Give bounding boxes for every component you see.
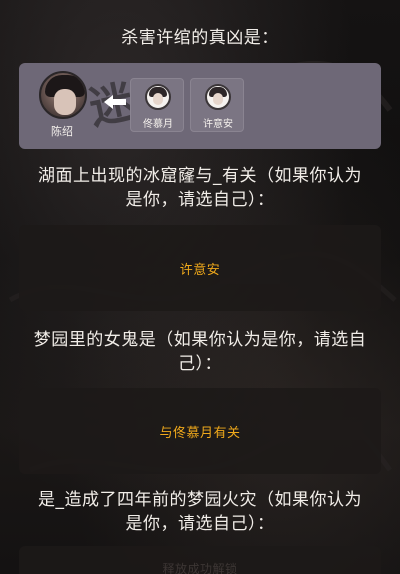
suspect-chip-label: 许意安	[203, 119, 233, 130]
answer-2-text: 许意安	[179, 262, 221, 278]
suspect-avatar	[145, 84, 171, 110]
suspect-chip-label: 佟慕月	[143, 119, 173, 130]
question-3-line-1: 梦园里的女鬼是（如果你认为是你，请选自	[33, 330, 367, 350]
selected-suspect-panel[interactable]: 迷 陈绍 佟慕月 许意安	[19, 63, 381, 149]
answer-slot-2[interactable]: 许意安	[19, 225, 381, 311]
answer-3-text: 与佟慕月有关	[159, 425, 241, 441]
screen: 杀害许绾的真凶是： 迷 陈绍 佟慕月 许意安 湖面上出现的冰窟窿与_有关（如果你…	[0, 0, 400, 574]
question-3-line-2: 己）：	[178, 354, 222, 374]
suspect-avatar	[205, 84, 231, 110]
question-4-line-2: 是你，请选自己）：	[125, 514, 275, 534]
question-4-title: 是_造成了四年前的梦园火灾（如果你认为 是你，请选自己）：	[16, 488, 384, 536]
question-1-title: 杀害许绾的真凶是：	[121, 28, 279, 48]
selected-suspect-name: 陈绍	[51, 125, 73, 138]
question-4-line-1: 是_造成了四年前的梦园火灾（如果你认为	[38, 490, 362, 510]
suspect-chip-tong-muyue[interactable]: 佟慕月	[130, 78, 184, 132]
answer-4-text: 释放成功解锁	[162, 562, 238, 574]
suspect-chip-xu-yian[interactable]: 许意安	[190, 78, 244, 132]
question-3-title: 梦园里的女鬼是（如果你认为是你，请选自 己）：	[16, 328, 384, 376]
arrow-left-icon	[104, 95, 126, 109]
question-2-line-2: 是你，请选自己）：	[125, 190, 275, 210]
question-2-title: 湖面上出现的冰窟窿与_有关（如果你认为 是你，请选自己）：	[16, 164, 384, 212]
question-2-line-1: 湖面上出现的冰窟窿与_有关（如果你认为	[38, 166, 362, 186]
answer-slot-3[interactable]: 与佟慕月有关	[19, 388, 381, 474]
selected-suspect-avatar[interactable]	[39, 71, 87, 119]
answer-slot-4[interactable]: 释放成功解锁	[19, 546, 381, 574]
